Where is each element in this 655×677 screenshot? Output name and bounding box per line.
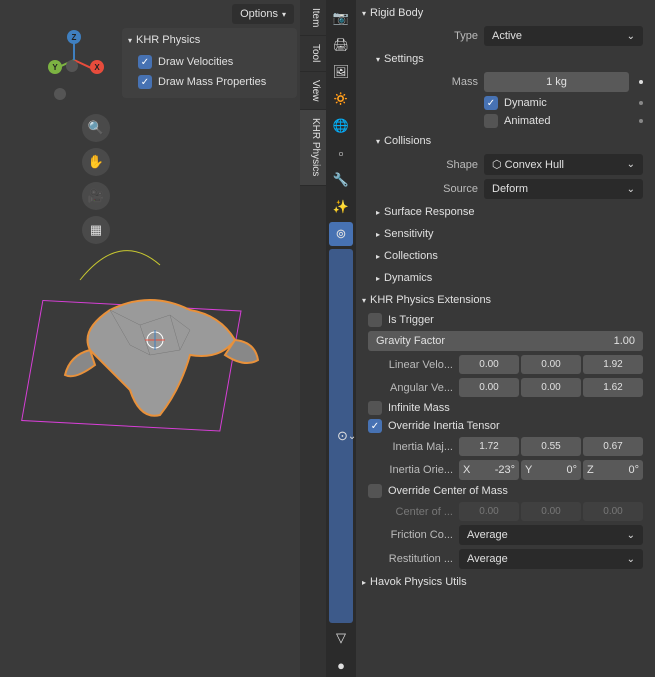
perspective-icon[interactable]: ▦	[82, 216, 110, 244]
inertia-orientation-fields[interactable]: X-23°Y0°Z0°	[459, 460, 643, 480]
center-of-mass-fields: 0.000.000.00	[459, 502, 643, 521]
data-tab-icon[interactable]: ▽	[329, 626, 353, 650]
tab-item[interactable]: Item	[300, 0, 326, 36]
gravity-factor-field[interactable]: Gravity Factor1.00	[368, 331, 643, 351]
pan-icon[interactable]: ✋	[82, 148, 110, 176]
axis-y-icon[interactable]: Y	[48, 60, 62, 74]
constraints-tab-icon[interactable]: ⊙	[329, 249, 353, 623]
viewport-tools: 🔍 ✋ 🎥 ▦	[82, 114, 110, 244]
rigid-body-header[interactable]: Rigid Body	[358, 2, 647, 24]
override-com-checkbox[interactable]	[368, 484, 382, 498]
nav-gizmo[interactable]: X Y Z	[44, 30, 104, 90]
properties-panel[interactable]: Rigid Body TypeActive Settings Mass1 kg …	[356, 0, 655, 677]
tab-tool[interactable]: Tool	[300, 36, 326, 71]
khr-extensions-header[interactable]: KHR Physics Extensions	[358, 289, 647, 311]
dynamic-checkbox[interactable]	[484, 96, 498, 110]
mesh-object[interactable]	[40, 260, 280, 460]
inertia-major-fields[interactable]: 1.720.550.67	[459, 437, 643, 456]
surface-response-header[interactable]: Surface Response	[358, 201, 647, 223]
draw-mass-props-checkbox[interactable]	[138, 75, 152, 89]
linear-velocity-fields[interactable]: 0.000.001.92	[459, 355, 643, 374]
type-dropdown[interactable]: Active	[484, 26, 643, 46]
draw-mass-props-label: Draw Mass Properties	[158, 76, 266, 88]
viewport-3d[interactable]: Options KHR Physics Draw Velocities Draw…	[0, 0, 300, 677]
collections-header[interactable]: Collections	[358, 245, 647, 267]
output-tab-icon[interactable]: 🖨	[329, 33, 353, 57]
physics-tab-icon[interactable]: ⊚	[329, 222, 353, 246]
axis-neg-icon[interactable]	[66, 60, 78, 72]
shape-dropdown[interactable]: ⬡ Convex Hull	[484, 154, 643, 175]
modifiers-tab-icon[interactable]: 🔧	[329, 168, 353, 192]
viewlayer-tab-icon[interactable]: 🖼	[329, 60, 353, 84]
options-dropdown[interactable]: Options	[232, 4, 294, 24]
angular-velocity-fields[interactable]: 0.000.001.62	[459, 378, 643, 397]
animated-checkbox[interactable]	[484, 114, 498, 128]
world-tab-icon[interactable]: 🌐	[329, 114, 353, 138]
axis-z-icon[interactable]: Z	[67, 30, 81, 44]
dynamics-header[interactable]: Dynamics	[358, 267, 647, 289]
draw-velocities-label: Draw Velocities	[158, 56, 233, 68]
particles-tab-icon[interactable]: ✨	[329, 195, 353, 219]
tab-khr-physics[interactable]: KHR Physics	[300, 110, 326, 185]
zoom-icon[interactable]: 🔍	[82, 114, 110, 142]
infinite-mass-checkbox[interactable]	[368, 401, 382, 415]
restitution-dropdown[interactable]: Average	[459, 549, 643, 569]
source-dropdown[interactable]: Deform	[484, 179, 643, 199]
n-panel-tabs: Item Tool View KHR Physics	[300, 0, 326, 677]
mass-field[interactable]: 1 kg	[484, 72, 629, 92]
draw-velocities-checkbox[interactable]	[138, 55, 152, 69]
havok-header[interactable]: Havok Physics Utils	[358, 571, 647, 593]
axis-x-icon[interactable]: X	[90, 60, 104, 74]
axis-neg-icon[interactable]	[54, 88, 66, 100]
material-tab-icon[interactable]: ●	[329, 653, 353, 677]
camera-icon[interactable]: 🎥	[82, 182, 110, 210]
scene-tab-icon[interactable]: 🔅	[329, 87, 353, 111]
collisions-header[interactable]: Collisions	[358, 130, 647, 152]
sensitivity-header[interactable]: Sensitivity	[358, 223, 647, 245]
render-tab-icon[interactable]: 📷	[329, 6, 353, 30]
is-trigger-checkbox[interactable]	[368, 313, 382, 327]
khr-panel-header[interactable]: KHR Physics	[128, 34, 291, 46]
tab-view[interactable]: View	[300, 72, 326, 111]
override-inertia-checkbox[interactable]	[368, 419, 382, 433]
friction-dropdown[interactable]: Average	[459, 525, 643, 545]
object-tab-icon[interactable]: ▫	[329, 141, 353, 165]
properties-tab-bar: 📷 🖨 🖼 🔅 🌐 ▫ 🔧 ✨ ⊚ ⊙ ▽ ●	[326, 0, 356, 677]
settings-header[interactable]: Settings	[358, 48, 647, 70]
khr-physics-overlay-panel: KHR Physics Draw Velocities Draw Mass Pr…	[122, 28, 297, 98]
